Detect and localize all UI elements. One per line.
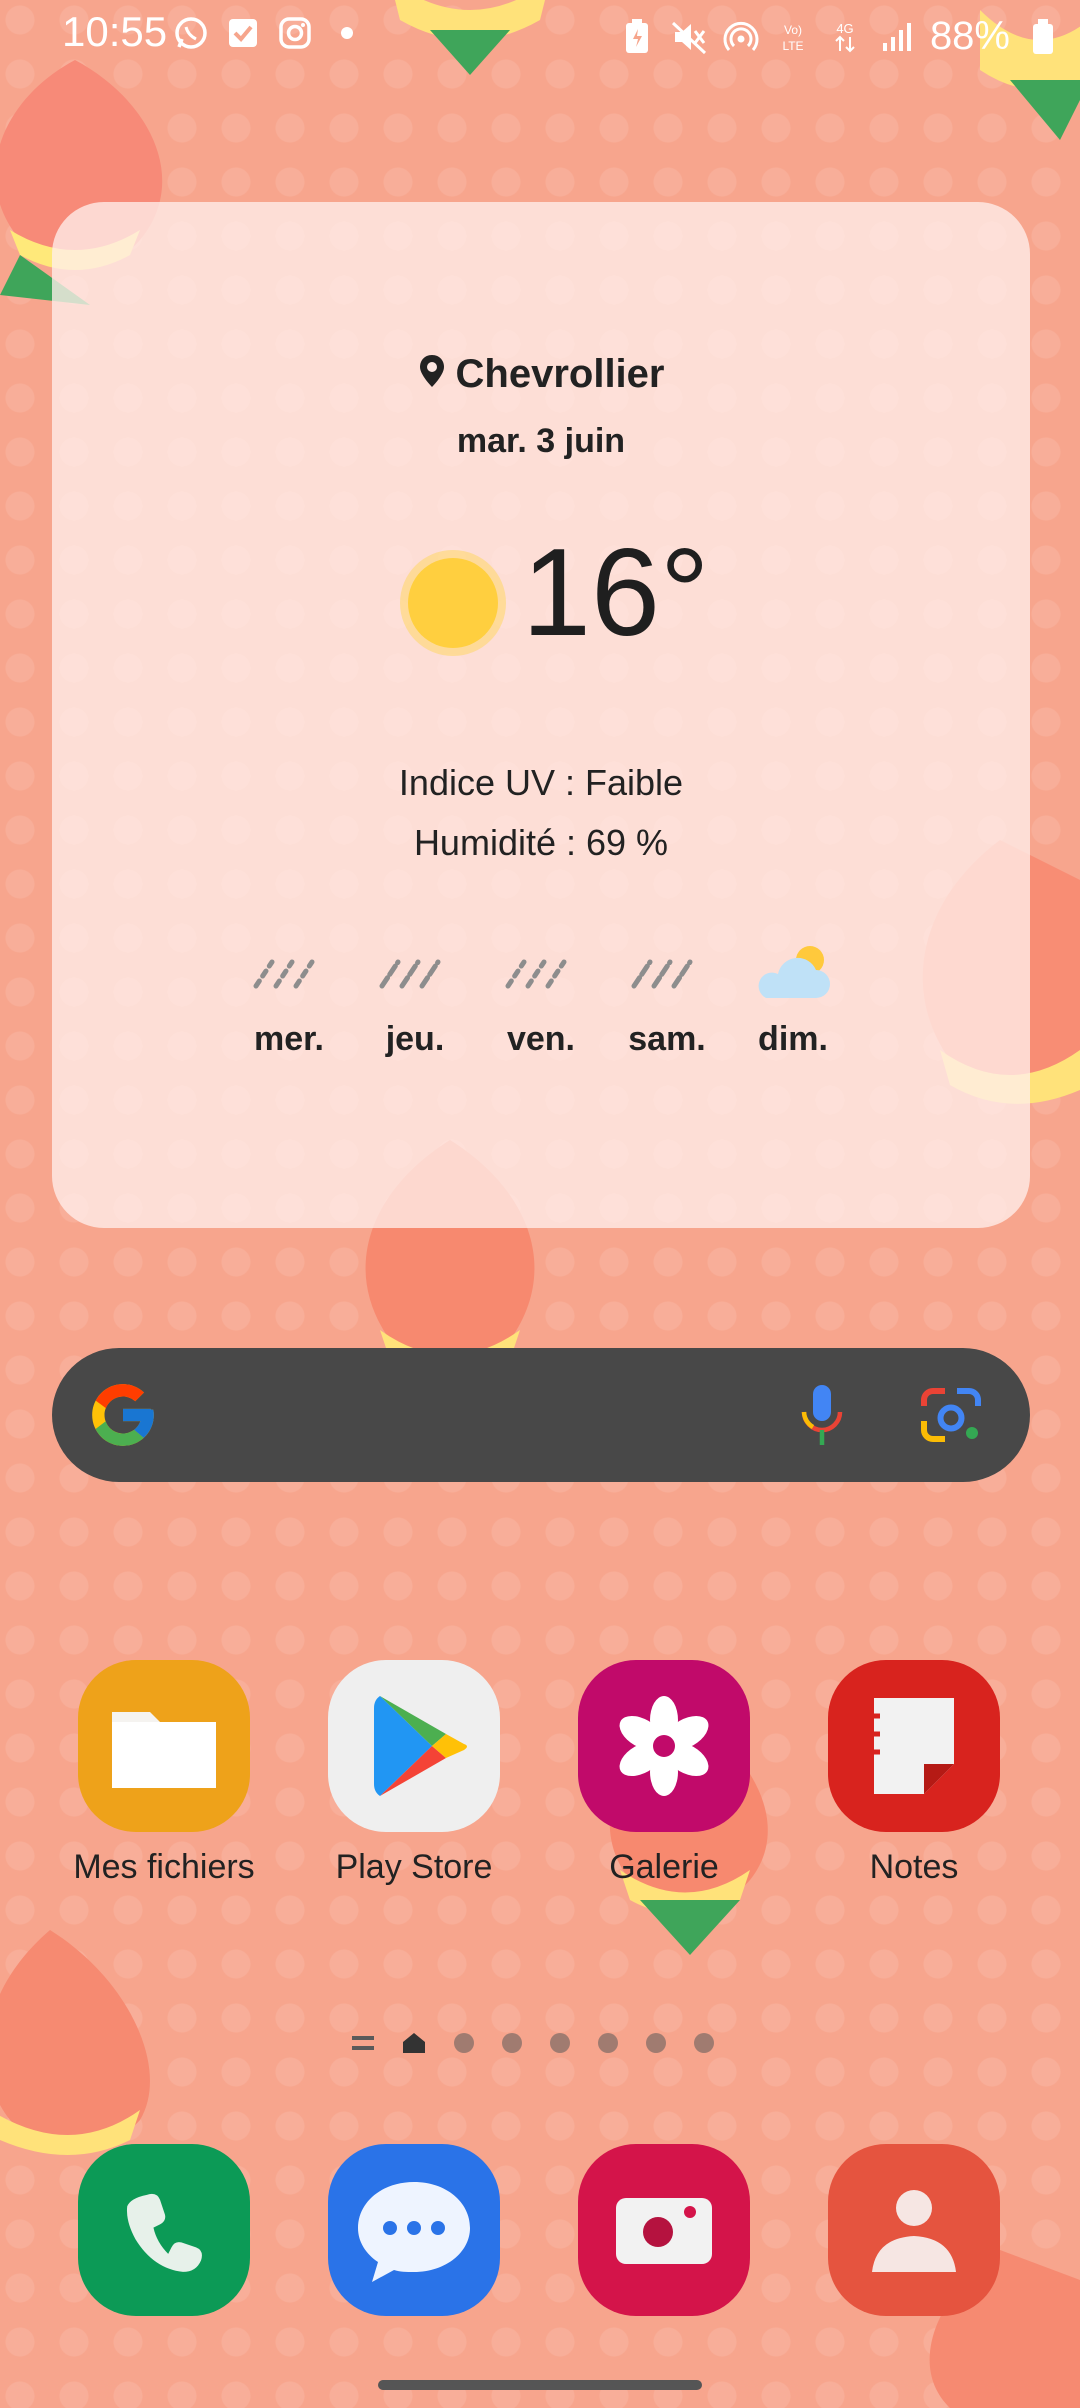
tasks-icon (224, 14, 262, 52)
google-search-bar[interactable] (52, 1348, 1030, 1482)
camera-icon (616, 2198, 712, 2264)
instagram-icon (276, 14, 314, 52)
partly-cloudy-icon (738, 942, 848, 1002)
temperature: 16° (522, 524, 710, 662)
sun-icon (408, 558, 498, 648)
forecast-day: mer. (234, 942, 344, 1059)
rain-icon (612, 942, 722, 1002)
forecast-day-label: mer. (254, 1020, 324, 1058)
rain-icon (360, 942, 470, 1002)
forecast-day-label: dim. (758, 1020, 828, 1058)
location-name: Chevrollier (455, 352, 665, 396)
home-icon (403, 2033, 425, 2053)
rain-icon (486, 942, 596, 1002)
dock-messages[interactable] (328, 2144, 500, 2316)
system-icons: Vo) LTE 4G 88% (618, 14, 1062, 59)
flower-icon (578, 1660, 750, 1832)
weather-date: mar. 3 juin (456, 422, 626, 460)
hotspot-icon (722, 18, 760, 56)
svg-text:4G: 4G (836, 21, 853, 36)
humidity: Humidité : 69 % (413, 822, 669, 863)
app-play-store[interactable]: Play Store (304, 1660, 524, 1887)
google-logo (92, 1384, 154, 1446)
forecast-day-label: ven. (506, 1020, 576, 1058)
dot-icon (328, 14, 366, 52)
clock: 10:55 (62, 8, 168, 55)
folder-icon (78, 1660, 250, 1832)
uv-index: Indice UV : Faible (398, 762, 684, 803)
notes-icon (828, 1660, 1000, 1832)
weather-widget[interactable]: Chevrollier mar. 3 juin 16° Indice UV : … (52, 202, 1030, 1228)
forecast-day: sam. (612, 942, 722, 1059)
battery-saver-icon (618, 18, 656, 56)
mic-icon[interactable] (792, 1382, 852, 1448)
peach-decoration (0, 1930, 150, 2155)
chat-icon (358, 2182, 470, 2282)
forecast-row: mer. jeu. ven. sam. dim. (234, 942, 934, 1092)
contact-icon (872, 2190, 956, 2272)
battery-icon (1024, 18, 1062, 56)
page-dot (598, 2033, 618, 2053)
battery-percentage: 88% (929, 14, 1010, 58)
forecast-day: jeu. (360, 942, 470, 1059)
page-dot (694, 2033, 714, 2053)
page-dot (646, 2033, 666, 2053)
page-dot (454, 2033, 474, 2053)
play-store-icon (328, 1660, 500, 1832)
google-lens-icon[interactable] (918, 1384, 984, 1446)
svg-text:LTE: LTE (782, 39, 803, 53)
weather-location: Chevrollier (52, 352, 1030, 399)
app-label: Notes (869, 1848, 959, 1886)
status-bar: 10:55 Vo) LTE 4G 88% (0, 0, 1080, 72)
whatsapp-icon (172, 14, 210, 52)
menu-lines-icon (352, 2036, 374, 2050)
forecast-day-label: jeu. (385, 1020, 445, 1058)
page-indicator[interactable] (352, 2032, 714, 2054)
app-galerie[interactable]: Galerie (554, 1660, 774, 1887)
4g-icon: 4G (826, 18, 864, 56)
phone-icon (126, 2193, 202, 2272)
app-label: Mes fichiers (73, 1848, 255, 1886)
app-notes[interactable]: Notes (804, 1660, 1024, 1887)
dock-phone[interactable] (78, 2144, 250, 2316)
page-dot (550, 2033, 570, 2053)
mute-icon (670, 18, 708, 56)
forecast-day-label: sam. (628, 1020, 706, 1058)
dock-contacts[interactable] (828, 2144, 1000, 2316)
notification-icons (172, 14, 366, 52)
dock-camera[interactable] (578, 2144, 750, 2316)
app-label: Play Store (335, 1848, 493, 1886)
location-pin-icon (418, 353, 446, 399)
forecast-day: ven. (486, 942, 596, 1059)
gesture-bar[interactable] (378, 2380, 702, 2390)
app-label: Galerie (609, 1848, 719, 1886)
svg-text:Vo): Vo) (784, 23, 802, 37)
signal-icon (878, 18, 916, 56)
app-mes-fichiers[interactable]: Mes fichiers (54, 1660, 274, 1887)
page-dot (502, 2033, 522, 2053)
forecast-day: dim. (738, 942, 848, 1059)
rain-icon (234, 942, 344, 1002)
volte-icon: Vo) LTE (774, 18, 812, 56)
